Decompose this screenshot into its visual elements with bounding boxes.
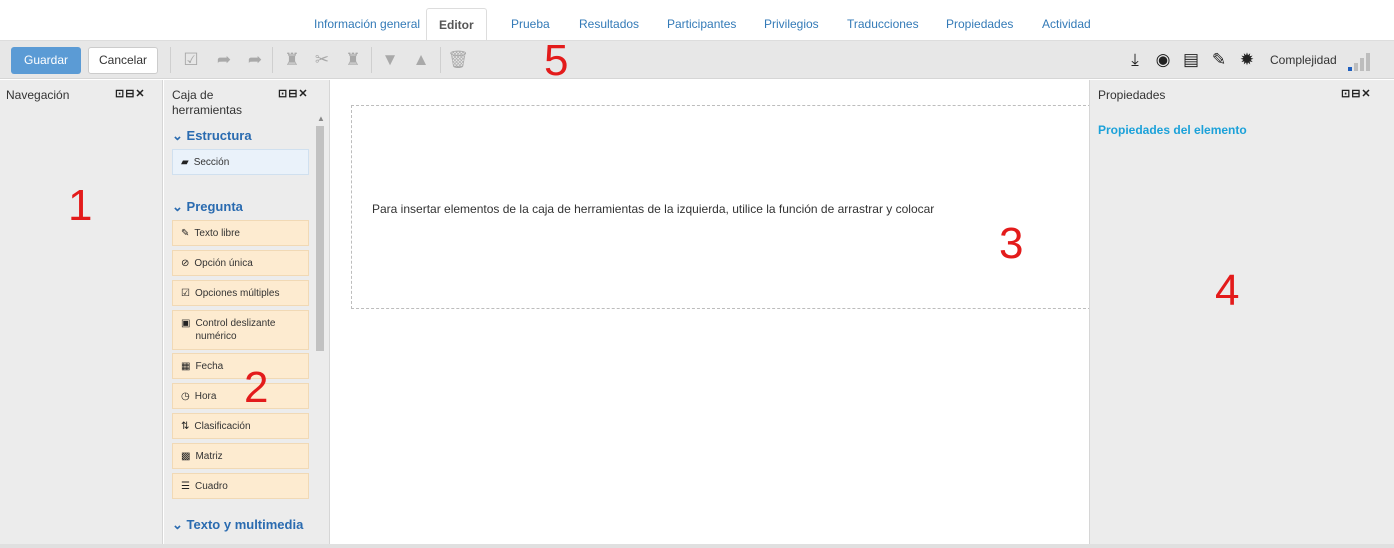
tool-item-label: Sección <box>193 156 230 168</box>
tool-item-texto-libre[interactable]: ✎ Texto libre <box>172 220 309 246</box>
complexity-bar <box>1354 63 1358 71</box>
redo-icon[interactable]: ➦ <box>244 50 266 70</box>
toolbox-scrollbar[interactable] <box>316 126 324 351</box>
tool-item-seccion[interactable]: ▰ Sección <box>172 149 309 175</box>
clock-icon: ◷ <box>181 390 190 402</box>
tool-item-matriz[interactable]: ▩ Matriz <box>172 443 309 469</box>
annotation-number: 1 <box>68 181 93 230</box>
drop-zone[interactable]: Para insertar elementos de la caja de he… <box>351 105 1091 309</box>
download-icon[interactable]: ⤓ <box>1124 50 1146 70</box>
tab-privilegios[interactable]: Privilegios <box>764 8 819 40</box>
section-title: Texto y multimedia <box>186 517 304 532</box>
bottom-border <box>0 544 1394 548</box>
tool-item-label: Texto libre <box>194 227 240 239</box>
properties-panel: Propiedades ⊡⊟✕ Propiedades del elemento… <box>1089 80 1394 544</box>
annotation-number: 2 <box>244 363 269 412</box>
editor-toolbar: Guardar Cancelar ☑ ➦ ➦ ♜ ✂ ♜ ▼ ▲ 🗑 ⤓ ◉ ▤… <box>0 41 1394 79</box>
toolbox-panel: Caja de herramientas ⊡⊟✕ ▲ ⌄ Estructura … <box>164 80 330 544</box>
chevron-down-icon: ⌄ <box>172 128 183 143</box>
complexity-bar <box>1360 58 1364 71</box>
tab-propiedades[interactable]: Propiedades <box>946 8 1013 40</box>
scroll-up-icon[interactable]: ▲ <box>317 114 325 123</box>
tool-item-label: Cuadro <box>194 480 228 492</box>
tool-item-label: Opción única <box>194 257 253 269</box>
properties-heading: Propiedades del elemento <box>1098 123 1247 137</box>
paste-icon[interactable]: ♜ <box>281 50 303 70</box>
chevron-down-icon: ⌄ <box>172 199 183 214</box>
tab-participantes[interactable]: Participantes <box>667 8 736 40</box>
preview-icon[interactable]: ◉ <box>1152 50 1174 70</box>
panel-controls[interactable]: ⊡⊟✕ <box>115 87 146 100</box>
settings-icon[interactable]: ✹ <box>1236 50 1258 70</box>
navigation-panel: Navegación ⊡⊟✕ 1 <box>0 80 163 544</box>
toolbar-divider <box>440 47 441 73</box>
section-title: Pregunta <box>186 199 243 214</box>
cut-icon[interactable]: ✂ <box>311 50 333 70</box>
wrench-icon[interactable]: ✎ <box>1208 50 1230 70</box>
tool-item-label: Hora <box>194 390 217 402</box>
sort-icon: ⇅ <box>181 420 190 432</box>
section-header-pregunta[interactable]: ⌄ Pregunta <box>172 199 243 215</box>
tool-item-label: Opciones múltiples <box>194 287 280 299</box>
move-down-icon[interactable]: ▼ <box>379 50 401 70</box>
tool-item-label: Fecha <box>195 360 224 372</box>
slider-icon: ▣ <box>181 318 191 329</box>
complexity-bar <box>1348 67 1352 71</box>
tool-item-fecha[interactable]: ▦ Fecha <box>172 353 309 379</box>
toolbar-divider <box>170 47 171 73</box>
cancel-button[interactable]: Cancelar <box>88 47 158 74</box>
section-header-texto-multimedia[interactable]: ⌄ Texto y multimedia <box>172 517 303 533</box>
annotation-number: 4 <box>1215 266 1240 315</box>
pencil-icon: ✎ <box>181 227 190 239</box>
annotation-number: 5 <box>544 36 569 85</box>
complexity-bars-icon <box>1348 53 1372 71</box>
section-title: Estructura <box>186 128 252 143</box>
annotation-number: 3 <box>999 219 1024 268</box>
tool-item-opcion-unica[interactable]: ⊘ Opción única <box>172 250 309 276</box>
tool-item-hora[interactable]: ◷ Hora <box>172 383 309 409</box>
tab-actividad[interactable]: Actividad <box>1042 8 1091 40</box>
panel-title: Caja de herramientas <box>172 88 243 117</box>
tool-item-label: Control deslizante numérico <box>195 318 276 342</box>
tab-traducciones[interactable]: Traducciones <box>847 8 919 40</box>
validate-icon[interactable]: ☑ <box>180 50 202 70</box>
clipboard-icon[interactable]: ♜ <box>342 50 364 70</box>
move-up-icon[interactable]: ▲ <box>410 50 432 70</box>
panel-title: Propiedades <box>1098 88 1166 102</box>
tab-resultados[interactable]: Resultados <box>579 8 639 40</box>
tab-bar: Información general Editor Prueba Result… <box>0 0 1394 41</box>
tool-item-label: Matriz <box>195 450 223 462</box>
section-header-estructura[interactable]: ⌄ Estructura <box>172 128 252 144</box>
complexity-label: Complejidad <box>1270 53 1337 67</box>
drop-zone-instructions: Para insertar elementos de la caja de he… <box>372 202 935 216</box>
tool-item-control-deslizante[interactable]: ▣ Control deslizante numérico <box>172 310 309 350</box>
tab-editor[interactable]: Editor <box>426 8 487 41</box>
toolbar-divider <box>371 47 372 73</box>
toolbar-divider <box>272 47 273 73</box>
tab-informacion-general[interactable]: Información general <box>314 8 420 40</box>
undo-icon[interactable]: ➦ <box>213 50 235 70</box>
delete-icon[interactable]: 🗑 <box>447 50 469 70</box>
chevron-down-icon: ⌄ <box>172 517 183 532</box>
panel-title: Navegación <box>6 88 70 102</box>
tool-item-label: Clasificación <box>194 420 251 432</box>
tool-item-cuadro[interactable]: ☰ Cuadro <box>172 473 309 499</box>
panel-controls[interactable]: ⊡⊟✕ <box>1341 87 1372 100</box>
save-button[interactable]: Guardar <box>11 47 81 74</box>
list-icon[interactable]: ▤ <box>1180 50 1202 70</box>
table-icon: ☰ <box>181 480 190 492</box>
panel-controls[interactable]: ⊡⊟✕ <box>278 87 309 100</box>
editor-canvas: Para insertar elementos de la caja de he… <box>331 80 1091 544</box>
folder-icon: ▰ <box>181 156 189 168</box>
checkbox-icon: ☑ <box>181 287 190 299</box>
radio-icon: ⊘ <box>181 257 190 269</box>
complexity-bar <box>1366 53 1370 71</box>
matrix-icon: ▩ <box>181 450 191 462</box>
calendar-icon: ▦ <box>181 360 191 372</box>
tool-item-clasificacion[interactable]: ⇅ Clasificación <box>172 413 309 439</box>
tool-item-opciones-multiples[interactable]: ☑ Opciones múltiples <box>172 280 309 306</box>
